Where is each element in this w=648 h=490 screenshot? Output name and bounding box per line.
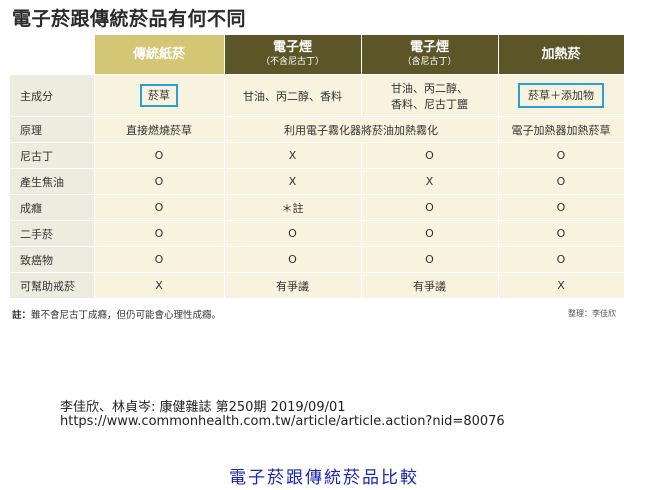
table-cell: 菸草＋添加物 xyxy=(498,74,625,117)
table-row-carcinogen: 致癌物 O O O O xyxy=(10,246,625,273)
footnote-prefix: 註： xyxy=(12,310,32,321)
header-traditional-cigarette: 傳統紙菸 xyxy=(94,35,225,75)
table-row-tar: 產生焦油 O X X O xyxy=(10,168,625,195)
table-cell: 利用電子霧化器將菸油加熱霧化 xyxy=(224,116,499,143)
table-cell: O xyxy=(498,142,625,169)
table-cell: O xyxy=(498,220,625,247)
table-row-principle: 原理 直接燃燒菸草 利用電子霧化器將菸油加熱霧化 電子加熱器加熱菸草 xyxy=(10,116,625,143)
table-cell: X xyxy=(498,272,625,299)
row-label: 原理 xyxy=(10,116,95,143)
table-cell: 甘油、丙二醇、香料 xyxy=(224,74,362,117)
row-label: 尼古丁 xyxy=(10,142,95,169)
highlight-box: 菸草＋添加物 xyxy=(518,83,604,108)
table-cell: O xyxy=(498,194,625,221)
table-cell: 菸草 xyxy=(94,74,225,117)
table-cell: O xyxy=(361,142,499,169)
table-cell: O xyxy=(498,168,625,195)
table-cell: 直接燃燒菸草 xyxy=(94,116,225,143)
table-row-addiction: 成癮 O ＊註 O O xyxy=(10,194,625,221)
header-ecig-nicotine: 電子煙 （含尼古丁） xyxy=(361,35,499,75)
row-label: 二手菸 xyxy=(10,220,95,247)
table-row-main-ingredient: 主成分 菸草 甘油、丙二醇、香料 甘油、丙二醇、 香料、尼古丁鹽 菸草＋添加物 xyxy=(10,74,625,117)
table-cell: O xyxy=(94,142,225,169)
header-ecig-no-nicotine: 電子煙 （不含尼古丁） xyxy=(224,35,362,75)
table-cell: 有爭議 xyxy=(224,272,362,299)
highlight-box: 菸草 xyxy=(140,84,178,107)
table-cell: 甘油、丙二醇、 香料、尼古丁鹽 xyxy=(361,74,499,117)
table-cell: O xyxy=(361,246,499,273)
row-label: 產生焦油 xyxy=(10,168,95,195)
table-cell: 電子加熱器加熱菸草 xyxy=(498,116,625,143)
table-cell: X xyxy=(94,272,225,299)
table-cell: O xyxy=(94,194,225,221)
table-cell: X xyxy=(224,168,362,195)
footnote-text: 雖不會尼古丁成癮，但仍可能會心理性成癮。 xyxy=(31,310,222,321)
table-cell: O xyxy=(498,246,625,273)
header-blank-cell xyxy=(10,35,95,75)
table-cell: X xyxy=(361,168,499,195)
table-cell: ＊註 xyxy=(224,194,362,221)
row-label: 成癮 xyxy=(10,194,95,221)
header-heated-tobacco: 加熱菸 xyxy=(498,35,625,75)
row-label: 主成分 xyxy=(10,74,95,117)
table-cell: O xyxy=(361,194,499,221)
citation-line: 李佳欣、林貞岑: 康健雜誌 第250期 2019/09/01 xyxy=(60,400,346,415)
table-row-quit-aid: 可幫助戒菸 X 有爭議 有爭議 X xyxy=(10,272,625,299)
table-cell: 有爭議 xyxy=(361,272,499,299)
table-cell: O xyxy=(224,220,362,247)
table-cell: X xyxy=(224,142,362,169)
citation-url: https://www.commonhealth.com.tw/article/… xyxy=(60,414,505,429)
table-cell: O xyxy=(94,220,225,247)
row-label: 致癌物 xyxy=(10,246,95,273)
table-cell: O xyxy=(224,246,362,273)
source-credit: 整理：李佳欣 xyxy=(568,309,616,318)
figure-caption: 電子菸跟傳統菸品比較 xyxy=(229,468,419,488)
table-header-row: 傳統紙菸 電子煙 （不含尼古丁） 電子煙 （含尼古丁） 加熱菸 xyxy=(10,35,625,75)
table-cell: O xyxy=(361,220,499,247)
table-cell: O xyxy=(94,168,225,195)
row-label: 可幫助戒菸 xyxy=(10,272,95,299)
table-cell: O xyxy=(94,246,225,273)
table-row-nicotine: 尼古丁 O X O O xyxy=(10,142,625,169)
page-title: 電子菸跟傳統菸品有何不同 xyxy=(12,8,247,30)
table-row-secondhand-smoke: 二手菸 O O O O xyxy=(10,220,625,247)
comparison-table: 傳統紙菸 電子煙 （不含尼古丁） 電子煙 （含尼古丁） 加熱菸 主成分 菸草 甘油、… xyxy=(10,35,625,299)
table-footnote: 註：雖不會尼古丁成癮，但仍可能會心理性成癮。 xyxy=(12,307,221,321)
